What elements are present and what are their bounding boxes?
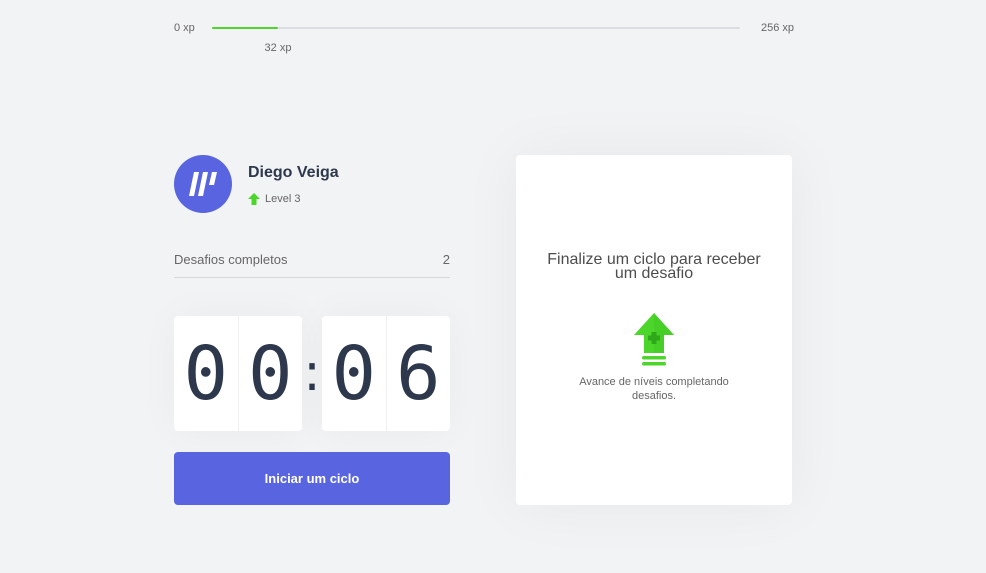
second-digit-left: 0 (322, 316, 387, 431)
avatar (174, 155, 232, 213)
profile: Diego Veiga Level 3 (174, 155, 450, 215)
xp-track: 32 xp (212, 27, 740, 54)
xp-end-label: 256 xp (760, 22, 794, 34)
level-label: Level 3 (265, 193, 301, 205)
countdown-seconds: 0 6 (322, 316, 450, 431)
logo-stripes-icon (189, 172, 217, 196)
profile-level: Level 3 (248, 193, 300, 205)
challenge-hint: Avance de níveis completando desafios. (579, 376, 729, 402)
experience-bar: 0 xp 32 xp 256 xp (174, 20, 794, 54)
completed-challenges-label: Desafios completos (174, 252, 288, 267)
countdown: 0 0 : 0 6 (174, 316, 450, 431)
minute-digit-left: 0 (174, 316, 239, 431)
start-cycle-button[interactable]: Iniciar um ciclo (174, 452, 450, 505)
completed-challenges: Desafios completos 2 (174, 244, 450, 278)
challenge-box: Finalize um ciclo para receber um desafi… (516, 155, 792, 505)
completed-challenges-count: 2 (442, 252, 450, 267)
xp-start-label: 0 xp (174, 22, 195, 34)
xp-progress-fill (212, 27, 278, 29)
profile-name: Diego Veiga (248, 164, 339, 181)
level-up-arrow-icon (248, 193, 260, 205)
countdown-minutes: 0 0 (174, 316, 302, 431)
countdown-separator: : (303, 343, 321, 403)
challenge-title: Finalize um ciclo para receber um desafi… (547, 251, 761, 282)
second-digit-right: 6 (395, 330, 441, 417)
xp-current-label: 32 xp (264, 42, 292, 54)
level-up-icon (634, 313, 674, 366)
minute-digit-right: 0 (247, 330, 293, 417)
